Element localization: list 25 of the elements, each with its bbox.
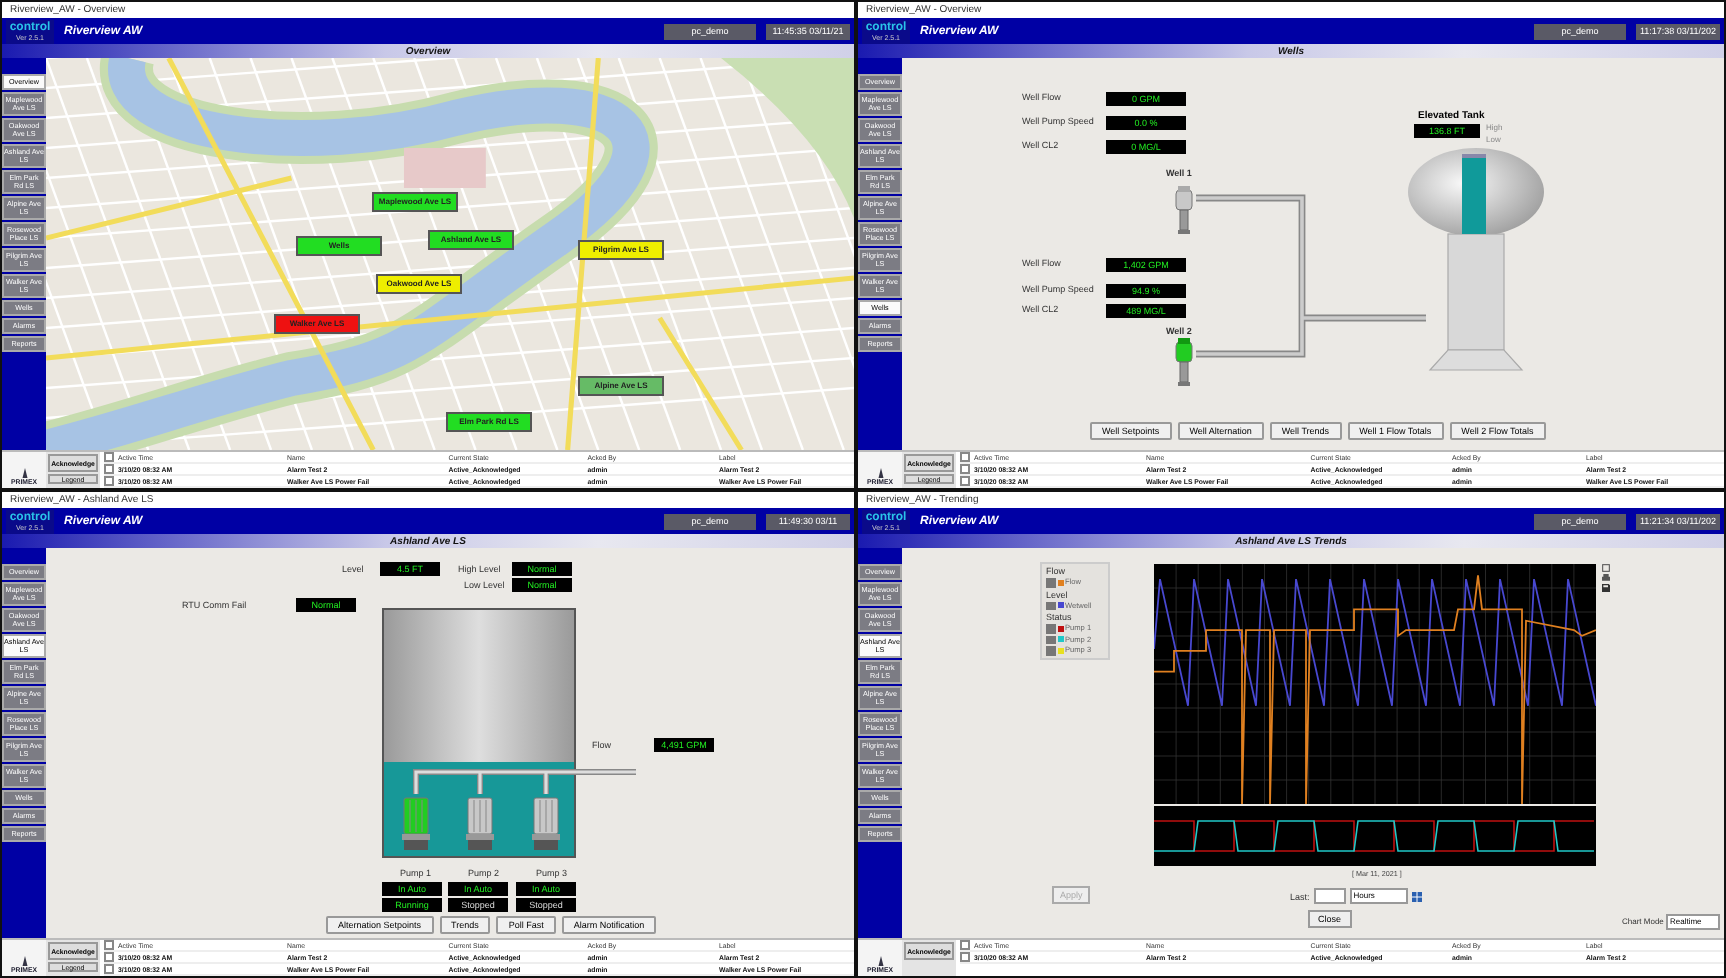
save-icon: [1602, 584, 1610, 592]
row-checkbox[interactable]: [104, 964, 114, 974]
print-icon: [1602, 574, 1610, 582]
legend-checkbox[interactable]: [1046, 646, 1055, 655]
tower-icon: [875, 956, 885, 966]
number-spinner-field[interactable]: [1313, 888, 1346, 904]
select-all-checkbox[interactable]: [960, 940, 970, 950]
tower-icon: [19, 956, 29, 966]
tower-icon: [875, 468, 885, 478]
tower-icon: [19, 468, 29, 478]
select-all-checkbox[interactable]: [104, 940, 114, 950]
legend-checkbox[interactable]: [1046, 578, 1055, 587]
zoom-box-icon: [1602, 564, 1610, 572]
grid-icon: [1411, 891, 1422, 901]
row-checkbox[interactable]: [104, 476, 114, 486]
row-checkbox[interactable]: [104, 464, 114, 474]
select-all-checkbox[interactable]: [960, 452, 970, 462]
row-checkbox[interactable]: [960, 476, 970, 486]
legend-checkbox[interactable]: [1046, 635, 1055, 644]
row-checkbox[interactable]: [960, 464, 970, 474]
legend-checkbox[interactable]: [1046, 624, 1055, 633]
select-all-checkbox[interactable]: [104, 452, 114, 462]
row-checkbox[interactable]: [960, 952, 970, 962]
legend-checkbox[interactable]: [1046, 601, 1055, 610]
row-checkbox[interactable]: [104, 952, 114, 962]
